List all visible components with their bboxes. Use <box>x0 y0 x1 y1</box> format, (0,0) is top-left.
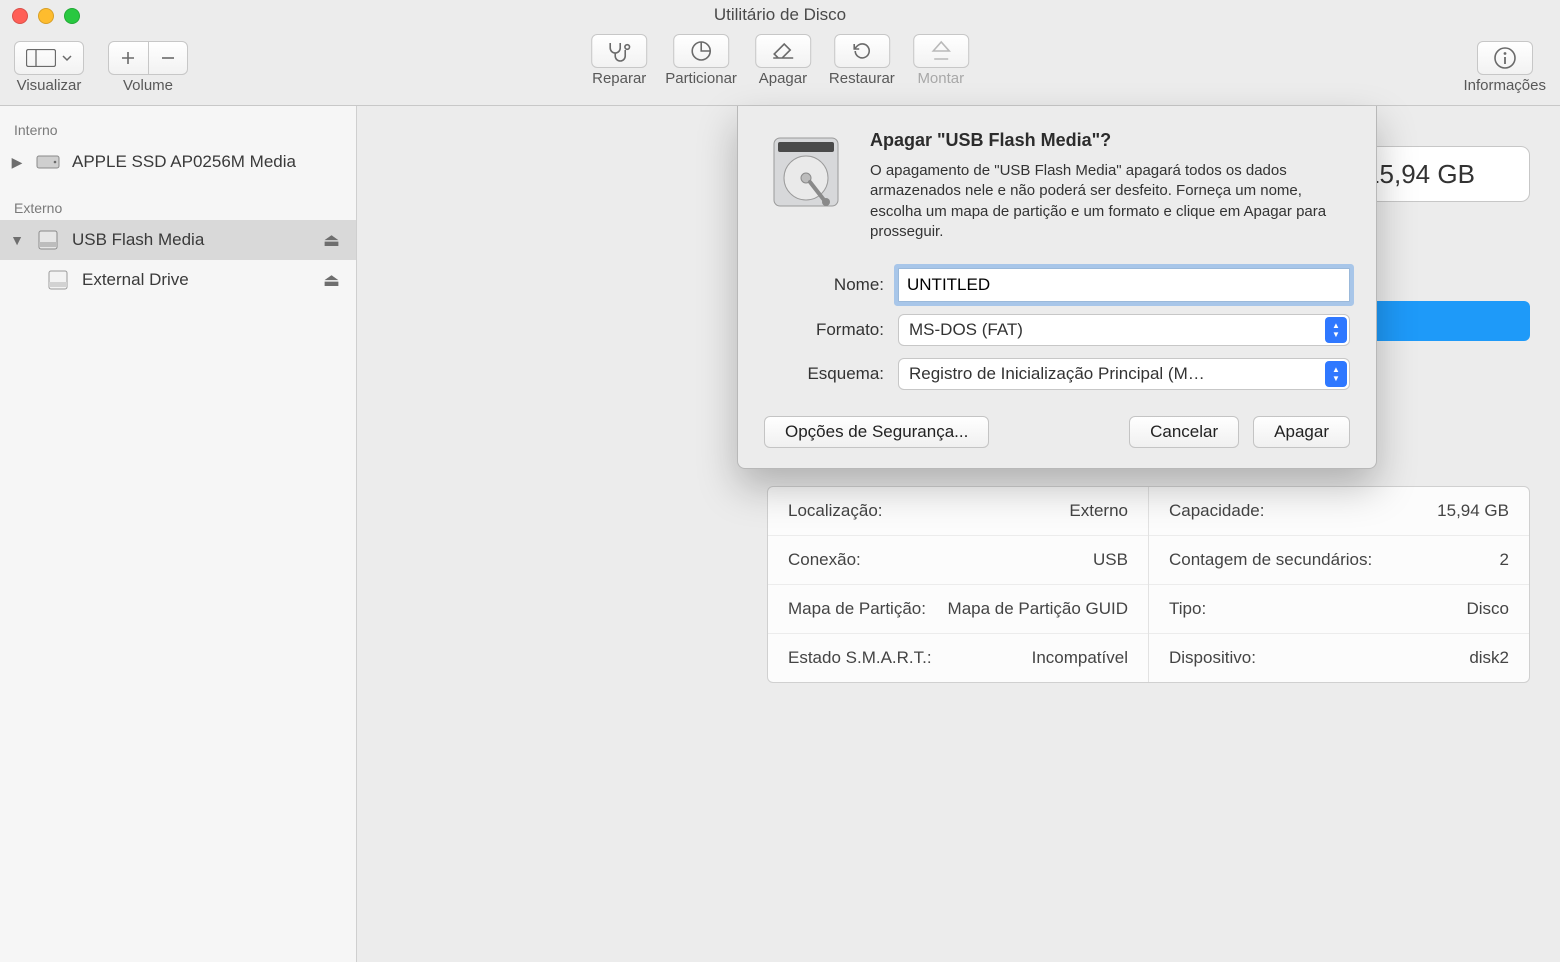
hard-drive-icon <box>764 130 848 214</box>
mount-icon <box>930 39 952 63</box>
toolbar-label: Montar <box>917 70 964 87</box>
remove-volume-button[interactable] <box>148 50 187 66</box>
info-value: USB <box>1093 550 1128 570</box>
plus-icon <box>120 50 136 66</box>
minimize-window-button[interactable] <box>38 8 54 24</box>
volume-button-group <box>108 41 188 75</box>
format-label: Formato: <box>766 320 884 340</box>
zoom-window-button[interactable] <box>64 8 80 24</box>
toolbar-label: Informações <box>1463 77 1546 94</box>
sidebar: Interno ▶ APPLE SSD AP0256M Media Extern… <box>0 106 357 962</box>
toolbar-label: Visualizar <box>17 77 82 94</box>
add-volume-button[interactable] <box>109 50 148 66</box>
info-button[interactable] <box>1477 41 1533 75</box>
titlebar: Utilitário de Disco <box>0 0 1560 30</box>
first-aid-button[interactable] <box>591 34 647 68</box>
info-key: Capacidade: <box>1169 501 1264 521</box>
pie-icon <box>689 39 713 63</box>
eject-icon[interactable]: ⏏ <box>323 230 346 251</box>
external-drive-icon <box>34 228 62 252</box>
window-title: Utilitário de Disco <box>0 5 1560 25</box>
minus-icon <box>160 50 176 66</box>
sidebar-item-label: APPLE SSD AP0256M Media <box>72 152 296 172</box>
scheme-label: Esquema: <box>766 364 884 384</box>
security-options-button[interactable]: Opções de Segurança... <box>764 416 989 448</box>
info-key: Conexão: <box>788 550 861 570</box>
view-button[interactable] <box>14 41 84 75</box>
info-key: Dispositivo: <box>1169 648 1256 668</box>
info-value: 15,94 GB <box>1437 501 1509 521</box>
stepper-icon <box>1325 361 1347 387</box>
info-key: Tipo: <box>1169 599 1206 619</box>
name-field[interactable] <box>898 268 1350 302</box>
close-window-button[interactable] <box>12 8 28 24</box>
info-key: Mapa de Partição: <box>788 599 926 619</box>
sidebar-item-usb-flash-media[interactable]: ▼ USB Flash Media ⏏ <box>0 220 356 260</box>
info-key: Localização: <box>788 501 883 521</box>
erase-confirm-button[interactable]: Apagar <box>1253 416 1350 448</box>
stethoscope-icon <box>606 40 632 62</box>
info-value: Incompatível <box>1032 648 1128 668</box>
disk-utility-window: Utilitário de Disco Visualizar <box>0 0 1560 962</box>
info-icon <box>1493 46 1517 70</box>
hdd-icon <box>34 150 62 174</box>
scheme-select[interactable]: Registro de Inicialização Principal (M… <box>898 358 1350 390</box>
sidebar-item-label: USB Flash Media <box>72 230 204 250</box>
info-value: Disco <box>1466 599 1509 619</box>
disclosure-right-icon[interactable]: ▶ <box>10 154 24 171</box>
window-controls <box>12 8 80 24</box>
sidebar-icon <box>26 49 56 67</box>
toolbar-label: Reparar <box>592 70 646 87</box>
eject-icon[interactable]: ⏏ <box>323 270 346 291</box>
sheet-title: Apagar "USB Flash Media"? <box>870 130 1350 151</box>
cancel-button[interactable]: Cancelar <box>1129 416 1239 448</box>
disclosure-down-icon[interactable]: ▼ <box>10 232 24 248</box>
main-content: 15,94 GB Localização: Externo Conexão: USB… <box>357 106 1560 962</box>
sidebar-item-internal-disk[interactable]: ▶ APPLE SSD AP0256M Media <box>0 142 356 182</box>
info-value: disk2 <box>1469 648 1509 668</box>
erase-sheet: Apagar "USB Flash Media"? O apagamento d… <box>737 106 1377 469</box>
restore-icon <box>850 39 874 63</box>
info-key: Contagem de secundários: <box>1169 550 1372 570</box>
info-panel: Localização: Externo Conexão: USB Mapa de … <box>767 486 1530 683</box>
info-value: 2 <box>1500 550 1509 570</box>
toolbar-label: Restaurar <box>829 70 895 87</box>
format-value: MS-DOS (FAT) <box>909 320 1023 340</box>
info-value: Mapa de Partição GUID <box>948 599 1128 619</box>
restore-button[interactable] <box>834 34 890 68</box>
eraser-icon <box>770 40 796 62</box>
toolbar-label: Particionar <box>665 70 737 87</box>
toolbar-label: Apagar <box>759 70 807 87</box>
partition-button[interactable] <box>673 34 729 68</box>
sheet-description: O apagamento de "USB Flash Media" apagar… <box>870 161 1350 242</box>
info-value: Externo <box>1069 501 1128 521</box>
name-label: Nome: <box>766 275 884 295</box>
external-drive-icon <box>44 268 72 292</box>
sidebar-item-label: External Drive <box>82 270 189 290</box>
info-key: Estado S.M.A.R.T.: <box>788 648 932 668</box>
toolbar: Visualizar Volume Reparar <box>0 30 1560 106</box>
sidebar-section-external: Externo <box>0 194 356 220</box>
stepper-icon <box>1325 317 1347 343</box>
chevron-down-icon <box>62 55 72 62</box>
sidebar-item-external-drive[interactable]: External Drive ⏏ <box>0 260 356 300</box>
sidebar-section-internal: Interno <box>0 116 356 142</box>
format-select[interactable]: MS-DOS (FAT) <box>898 314 1350 346</box>
mount-button[interactable] <box>913 34 969 68</box>
toolbar-label: Volume <box>123 77 173 94</box>
erase-button[interactable] <box>755 34 811 68</box>
scheme-value: Registro de Inicialização Principal (M… <box>909 364 1205 384</box>
